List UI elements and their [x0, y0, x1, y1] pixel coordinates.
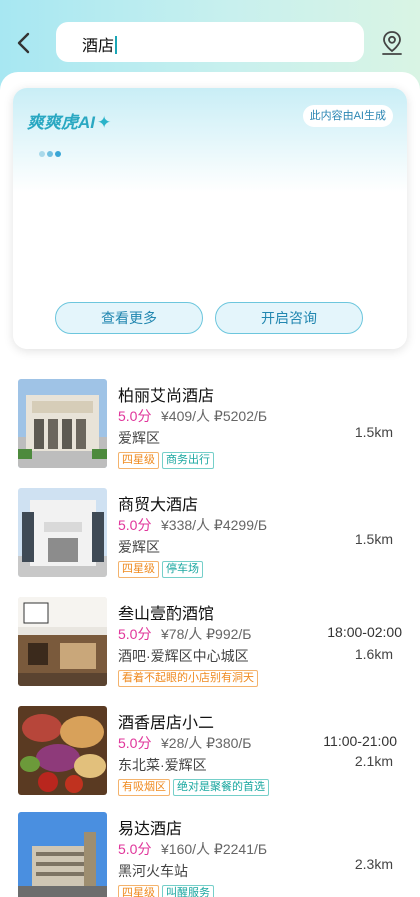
- result-tags: 四星级 叫醒服务: [118, 883, 217, 897]
- ai-assistant-card: 爽爽虎AI ✦ 此内容由AI生成 查看更多 开启咨询: [13, 88, 407, 349]
- list-item[interactable]: 柏丽艾尚酒店 5.0分 ¥409/人 ₽5202/Б 爱辉区 1.5km 四星级…: [18, 379, 402, 471]
- result-name: 酒香居店小二: [118, 715, 215, 732]
- search-input[interactable]: 酒店: [56, 22, 364, 62]
- list-item[interactable]: 易达酒店 5.0分 ¥160/人 ₽2241/Б 黑河火车站 2.3km 四星级…: [18, 812, 402, 897]
- result-score: 5.0分: [118, 517, 152, 533]
- result-area: 黑河火车站: [118, 863, 188, 879]
- hotel-photo: [18, 379, 107, 468]
- list-item[interactable]: 商贸大酒店 5.0分 ¥338/人 ₽4299/Б 爱辉区 1.5km 四星级停…: [18, 488, 402, 580]
- hotel-photo: [18, 488, 107, 577]
- list-item[interactable]: 叁山壹酌酒馆 5.0分 ¥78/人 ₽992/Б 18:00-02:00 酒吧·…: [18, 597, 402, 689]
- result-name: 易达酒店: [118, 821, 183, 838]
- text-caret: [115, 36, 118, 54]
- result-tags: 有吸烟区 绝对是聚餐的首选: [118, 777, 272, 796]
- result-price: ¥78/人 ₽992/Б: [161, 626, 252, 642]
- tag: 有吸烟区: [118, 779, 170, 796]
- tag: 叫醒服务: [162, 885, 214, 897]
- status-bar: [0, 0, 420, 10]
- list-item[interactable]: 酒香居店小二 5.0分 ¥28/人 ₽380/Б 11:00-21:00 东北菜…: [18, 706, 402, 798]
- result-distance: 2.3km: [354, 856, 393, 872]
- result-hours: 11:00-21:00: [323, 733, 397, 749]
- result-hours: 18:00-02:00: [327, 624, 402, 640]
- ai-title: 爽爽虎AI ✦: [27, 113, 112, 132]
- tag: 停车场: [162, 561, 203, 578]
- chevron-left-icon[interactable]: [12, 28, 38, 58]
- tag: 四星级: [118, 452, 159, 469]
- result-distance: 2.1km: [354, 753, 393, 769]
- result-distance: 1.6km: [354, 646, 393, 662]
- result-name: 商贸大酒店: [118, 497, 199, 514]
- tag: 商务出行: [162, 452, 214, 469]
- hotel-photo: [18, 812, 107, 897]
- result-distance: 1.5km: [354, 424, 393, 440]
- result-price: ¥28/人 ₽380/Б: [161, 735, 252, 751]
- loading-dots-icon: [39, 144, 63, 162]
- result-area: 爱辉区: [118, 539, 160, 555]
- ai-generated-badge: 此内容由AI生成: [302, 105, 393, 127]
- food-photo: [18, 706, 107, 795]
- result-price: ¥160/人 ₽2241/Б: [161, 841, 268, 857]
- result-score: 5.0分: [118, 408, 152, 424]
- result-tags: 看着不起眼的小店别有洞天: [118, 668, 261, 687]
- result-price: ¥409/人 ₽5202/Б: [161, 408, 268, 424]
- bar-photo: [18, 597, 107, 686]
- tag: 绝对是聚餐的首选: [173, 779, 269, 796]
- result-tags: 四星级 商务出行: [118, 450, 217, 469]
- tag: 四星级: [118, 561, 159, 578]
- result-distance: 1.5km: [354, 531, 393, 547]
- sparkle-icon: ✦: [97, 113, 112, 132]
- start-consult-button[interactable]: 开启咨询: [215, 302, 363, 334]
- result-area: 爱辉区: [118, 430, 160, 446]
- result-area: 酒吧·爱辉区中心城区: [118, 648, 249, 664]
- tag: 四星级: [118, 885, 159, 897]
- result-score: 5.0分: [118, 735, 152, 751]
- result-area: 东北菜·爱辉区: [118, 757, 207, 773]
- result-name: 叁山壹酌酒馆: [118, 606, 215, 623]
- search-input-value: 酒店: [82, 38, 115, 55]
- result-score: 5.0分: [118, 626, 152, 642]
- result-price: ¥338/人 ₽4299/Б: [161, 517, 268, 533]
- tag: 看着不起眼的小店别有洞天: [118, 670, 258, 687]
- location-pin-icon[interactable]: [380, 30, 404, 56]
- result-name: 柏丽艾尚酒店: [118, 388, 215, 405]
- result-tags: 四星级 停车场: [118, 559, 206, 578]
- result-score: 5.0分: [118, 841, 152, 857]
- view-more-button[interactable]: 查看更多: [55, 302, 203, 334]
